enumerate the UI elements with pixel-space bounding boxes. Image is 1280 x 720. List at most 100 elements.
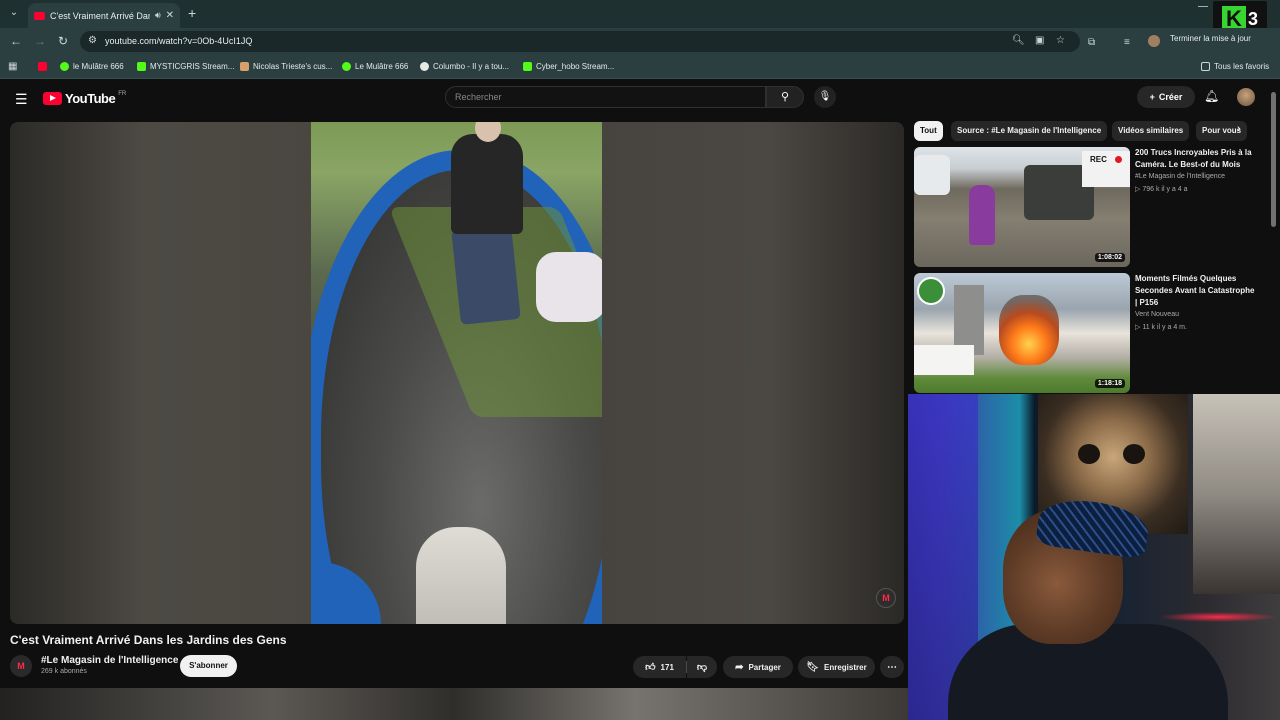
- recommendation-item[interactable]: 1:18:18 Moments Filmés Quelques Secondes…: [914, 273, 1270, 393]
- kick-bookmark-icon: [137, 62, 146, 71]
- thumbs-up-icon: 👍︎: [645, 662, 656, 673]
- plus-icon: +: [1149, 92, 1155, 102]
- kick-bookmark-icon: [523, 62, 532, 71]
- address-bar[interactable]: ⚙︎ youtube.com/watch?v=0Ob-4UcI1JQ 🔍︎ ▣ …: [80, 31, 1080, 52]
- profile-avatar[interactable]: [1148, 35, 1160, 47]
- save-button[interactable]: 🔖︎ Enregistrer: [798, 656, 875, 678]
- recommendation-channel[interactable]: Vent Nouveau: [1135, 311, 1179, 318]
- forward-icon[interactable]: →: [34, 34, 46, 48]
- bookmark-item[interactable]: Columbo - Il y a tou...: [420, 62, 509, 71]
- bookmark-item[interactable]: le Mulâtre 666: [60, 62, 124, 71]
- dislike-button[interactable]: 👎︎: [687, 656, 717, 678]
- search-button[interactable]: ⚲: [766, 86, 804, 108]
- page-scrollbar[interactable]: [1271, 92, 1276, 227]
- k-logo-number: 3: [1247, 8, 1258, 29]
- more-horizontal-icon: ⋯: [887, 661, 897, 673]
- thumbs-down-icon: 👎︎: [696, 662, 708, 673]
- reload-icon[interactable]: ↻: [58, 34, 68, 48]
- bookmarks-bar: ▦ le Mulâtre 666 MYSTICGRIS Stream... Ni…: [0, 55, 1280, 79]
- like-button[interactable]: 👍︎ 171: [633, 656, 686, 678]
- share-button[interactable]: ➦ Partager: [723, 656, 793, 678]
- apps-grid-icon[interactable]: ▦: [8, 61, 17, 72]
- channel-avatar[interactable]: M: [10, 655, 32, 677]
- notifications-bell-icon[interactable]: 🔔︎: [1204, 89, 1219, 103]
- voice-search-button[interactable]: 🎙︎: [814, 86, 836, 108]
- reading-list-icon[interactable]: ≡: [1124, 37, 1130, 48]
- tab-search-icon[interactable]: ⌄: [6, 5, 22, 21]
- youtube-favicon-icon: [34, 11, 45, 20]
- bookmark-item[interactable]: MYSTICGRIS Stream...: [137, 62, 234, 71]
- below-video-preview: [0, 688, 908, 720]
- cast-icon[interactable]: ▣: [1035, 35, 1044, 46]
- video-thumbnail[interactable]: REC 1:08:02: [914, 147, 1130, 267]
- youtube-bookmark-icon: [38, 62, 47, 71]
- bookmark-star-icon[interactable]: ☆: [1056, 35, 1065, 46]
- youtube-masthead: ☰ YouTube FR Rechercher ⚲ 🎙︎ + Créer 🔔︎: [0, 80, 1280, 118]
- account-avatar[interactable]: [1237, 88, 1255, 106]
- duration-badge: 1:08:02: [1094, 253, 1125, 262]
- duration-badge: 1:18:18: [1094, 379, 1125, 388]
- recommendation-title[interactable]: Moments Filmés Quelques Secondes Avant l…: [1135, 273, 1255, 309]
- recommendation-meta: ▷ 11 k il y a 4 m.: [1135, 324, 1187, 331]
- all-bookmarks[interactable]: Tous les favoris: [1201, 62, 1269, 71]
- browser-tab-active[interactable]: C'est Vraiment Arrivé Dans l 🔊︎ ✕: [28, 3, 180, 28]
- region-code: FR: [118, 91, 127, 97]
- bookmark-icon: 🔖︎: [806, 661, 819, 673]
- create-button[interactable]: + Créer: [1137, 86, 1195, 108]
- zoom-icon[interactable]: 🔍︎: [1012, 35, 1025, 46]
- chip-related[interactable]: Vidéos similaires: [1112, 121, 1190, 141]
- more-actions-button[interactable]: ⋯: [880, 656, 904, 678]
- youtube-wordmark: YouTube: [65, 91, 116, 106]
- youtube-logo[interactable]: YouTube FR: [43, 91, 126, 106]
- browser-tab-strip: ⌄ C'est Vraiment Arrivé Dans l 🔊︎ ✕ +: [0, 0, 1280, 28]
- menu-icon[interactable]: ☰: [15, 91, 28, 108]
- new-tab-icon[interactable]: +: [188, 5, 196, 21]
- web-bookmark-icon: [420, 62, 429, 71]
- tab-title: C'est Vraiment Arrivé Dans l: [50, 10, 150, 21]
- record-dot-icon: [1115, 156, 1122, 163]
- site-info-icon[interactable]: ⚙︎: [88, 35, 97, 46]
- video-title: C'est Vraiment Arrivé Dans les Jardins d…: [10, 633, 287, 647]
- audio-playing-icon[interactable]: 🔊︎: [155, 10, 161, 21]
- video-thumbnail[interactable]: 1:18:18: [914, 273, 1130, 393]
- subscriber-count: 269 k abonnés: [41, 668, 87, 675]
- youtube-play-icon: [43, 92, 62, 105]
- kick-bookmark-icon: [342, 62, 351, 71]
- extensions-icon[interactable]: ⧉: [1088, 37, 1095, 48]
- recommendation-item[interactable]: REC 1:08:02 200 Trucs Incroyables Pris à…: [914, 147, 1270, 267]
- channel-badge-icon: [917, 277, 945, 305]
- recommendation-channel[interactable]: #Le Magasin de l'Intelligence: [1135, 173, 1225, 180]
- recommendation-title[interactable]: 200 Trucs Incroyables Pris à la Caméra. …: [1135, 147, 1255, 171]
- kick-bookmark-icon: [60, 62, 69, 71]
- video-player[interactable]: M: [10, 122, 904, 624]
- sidebar-filter-chips: Tout Source : #Le Magasin de l'Intellige…: [914, 121, 1254, 141]
- bookmark-item[interactable]: Cyber_hobo Stream...: [523, 62, 614, 71]
- share-icon: ➦: [735, 661, 744, 673]
- search-input[interactable]: Rechercher: [445, 86, 766, 108]
- chip-source[interactable]: Source : #Le Magasin de l'Intelligence: [951, 121, 1108, 141]
- like-count: 171: [660, 662, 674, 672]
- bookmark-item[interactable]: [38, 62, 51, 71]
- search-placeholder: Rechercher: [455, 92, 502, 102]
- microphone-icon: 🎙︎: [818, 91, 832, 102]
- twitch-bookmark-icon: [240, 62, 249, 71]
- tab-close-icon[interactable]: ✕: [166, 10, 174, 21]
- chip-all[interactable]: Tout: [914, 121, 943, 141]
- video-frame: [311, 122, 602, 624]
- channel-watermark-icon[interactable]: M: [876, 588, 896, 608]
- back-icon[interactable]: ←: [10, 34, 22, 48]
- subscribe-button[interactable]: S'abonner: [180, 655, 237, 677]
- bookmark-item[interactable]: Nicolas Trieste's cus...: [240, 62, 332, 71]
- search-icon: ⚲: [780, 91, 790, 103]
- bookmark-item[interactable]: Le Mulâtre 666: [342, 62, 408, 71]
- folder-icon: [1201, 62, 1210, 71]
- update-button[interactable]: Terminer la mise à jour: [1170, 34, 1251, 43]
- chevron-right-icon[interactable]: ›: [1237, 123, 1241, 135]
- rec-label: REC: [1090, 155, 1107, 164]
- channel-name[interactable]: #Le Magasin de l'Intelligence: [41, 655, 178, 666]
- browser-toolbar: ← → ↻ ⚙︎ youtube.com/watch?v=0Ob-4UcI1JQ…: [0, 28, 1280, 55]
- window-minimize-icon[interactable]: [1198, 6, 1208, 7]
- webcam-overlay: [908, 394, 1280, 720]
- recommendation-meta: ▷ 796 k il y a 4 a: [1135, 186, 1188, 193]
- url-text[interactable]: youtube.com/watch?v=0Ob-4UcI1JQ: [105, 36, 252, 46]
